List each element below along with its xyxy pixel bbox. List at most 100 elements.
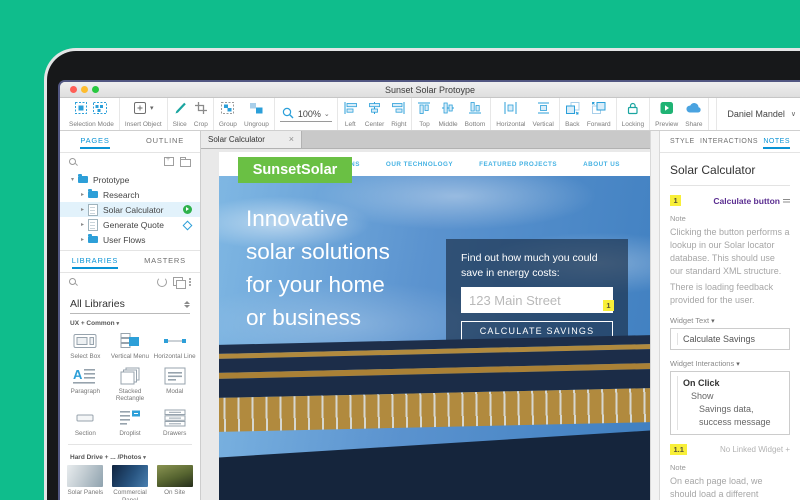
site-logo[interactable]: SunsetSolar (238, 157, 352, 183)
inspector-tabs: STYLE INTERACTIONS NOTES (660, 131, 800, 153)
align-v-group: Top Middle Bottom (412, 98, 491, 130)
widget-section[interactable]: Section (63, 408, 108, 438)
bring-forward-icon (591, 101, 606, 115)
align-bottom-button[interactable]: Bottom (465, 98, 486, 130)
selection-mode-button[interactable]: Selection Mode (69, 98, 114, 130)
chevron-down-icon: ▾ (116, 321, 119, 327)
widget-drawers[interactable]: Drawers (152, 408, 197, 438)
account-menu[interactable]: Daniel Mandel ∨ (716, 98, 796, 130)
zoom-level: 100% (298, 109, 321, 119)
note-menu-icon[interactable] (783, 199, 790, 200)
close-window-icon[interactable] (70, 86, 77, 93)
align-bottom-icon (468, 101, 482, 115)
note-text: Clicking the button performs a lookup in… (670, 226, 790, 278)
photo-solar-panels[interactable]: Solar Panels (63, 465, 108, 500)
ungroup-button[interactable]: Ungroup (244, 98, 269, 130)
group-button[interactable]: Group (219, 98, 237, 130)
distribute-vertical-button[interactable]: Vertical (533, 98, 554, 130)
tab-outline[interactable]: OUTLINE (130, 131, 200, 152)
tab-style[interactable]: STYLE (670, 131, 695, 152)
expand-arrow-icon[interactable]: ▸ (81, 236, 88, 243)
section-photos[interactable]: Hard Drive + ... /Photos ▾ (60, 448, 200, 463)
tab-libraries[interactable]: LIBRARIES (60, 251, 130, 272)
widget-paragraph[interactable]: A Paragraph (63, 366, 108, 403)
widget-interactions-label[interactable]: Widget Interactions ▾ (670, 359, 790, 368)
photo-grid: Solar Panels Commercial Panel On Site (60, 463, 200, 500)
tree-item-generate-quote[interactable]: ▸ Generate Quote (60, 217, 200, 232)
page-icon (88, 219, 98, 231)
expand-arrow-icon[interactable]: ▸ (81, 221, 88, 228)
address-input[interactable] (461, 287, 613, 313)
photo-on-site[interactable]: On Site (152, 465, 197, 500)
preview-button[interactable]: Preview (655, 98, 678, 130)
tab-pages[interactable]: PAGES (60, 131, 130, 152)
refresh-icon[interactable] (157, 277, 167, 287)
widget-modal[interactable]: Modal (152, 366, 197, 403)
search-icon[interactable] (69, 278, 77, 286)
no-linked-widget-link[interactable]: No Linked Widget + (720, 445, 790, 454)
section-icon (72, 408, 98, 428)
widget-stacked-rectangle[interactable]: Stacked Rectangle (108, 366, 153, 403)
crop-button[interactable]: Crop (194, 98, 208, 130)
widget-vertical-menu[interactable]: Vertical Menu (108, 331, 153, 361)
tree-item-solar-calculator[interactable]: ▸ Solar Calculator (60, 202, 200, 217)
libraries-tabs: LIBRARIES MASTERS (60, 250, 200, 273)
notes-page-title: Solar Calculator (670, 160, 790, 186)
expand-arrow-icon[interactable]: ▸ (81, 191, 88, 198)
linked-widget-link[interactable]: Calculate button (713, 196, 790, 206)
tree-item-research[interactable]: ▸ Research (60, 187, 200, 202)
widget-horizontal-line[interactable]: Horizontal Line (152, 331, 197, 361)
align-left-button[interactable]: Left (343, 98, 358, 130)
align-middle-button[interactable]: Middle (438, 98, 457, 130)
maximize-window-icon[interactable] (92, 86, 99, 93)
nav-featured-projects[interactable]: FEATURED PROJECTS (479, 161, 557, 168)
share-button[interactable]: Share (685, 98, 702, 130)
distribute-horizontal-button[interactable]: Horizontal (496, 98, 525, 130)
widget-text-label[interactable]: Widget Text ▾ (670, 316, 790, 325)
photo-commercial-panel[interactable]: Commercial Panel (108, 465, 153, 500)
search-icon[interactable] (69, 158, 77, 166)
manage-libraries-icon[interactable] (173, 277, 183, 286)
expand-arrow-icon[interactable]: ▾ (71, 176, 78, 183)
tab-close-icon[interactable]: × (289, 135, 294, 144)
kebab-menu-icon[interactable] (189, 278, 191, 280)
canvas-area[interactable]: BUSINESS SOLUTIONS OUR TECHNOLOGY FEATUR… (201, 149, 650, 500)
diamond-badge (183, 220, 193, 230)
widget-interactions-box[interactable]: On Click Show Savings data, success mess… (670, 371, 790, 435)
note-label: Note (670, 463, 790, 472)
add-page-icon[interactable] (164, 157, 174, 166)
note-badge[interactable]: 1 (670, 195, 681, 206)
minimize-window-icon[interactable] (81, 86, 88, 93)
slice-button[interactable]: Slice (173, 98, 187, 130)
nav-about-us[interactable]: ABOUT US (583, 161, 620, 168)
note-badge-1[interactable]: 1 (603, 300, 614, 311)
tree-item-prototype[interactable]: ▾ Prototype (60, 172, 200, 187)
widget-select-box[interactable]: Select Box (63, 331, 108, 361)
tree-item-user-flows[interactable]: ▸ User Flows (60, 232, 200, 247)
expand-arrow-icon[interactable]: ▸ (81, 206, 88, 213)
tab-solar-calculator[interactable]: Solar Calculator × (201, 131, 302, 148)
insert-object-button[interactable]: ▾ Insert Object (125, 98, 162, 130)
widget-text-box[interactable]: Calculate Savings (670, 328, 790, 350)
tab-masters[interactable]: MASTERS (130, 251, 200, 272)
zoom-control[interactable]: 100% ⌄ (280, 106, 332, 122)
note-text: On each page load, we should load a diff… (670, 475, 790, 500)
canvas-scrollbar[interactable] (650, 131, 660, 500)
nav-our-technology[interactable]: OUR TECHNOLOGY (386, 161, 453, 168)
section-ux-common[interactable]: UX + Common ▾ (60, 314, 200, 329)
tab-interactions[interactable]: INTERACTIONS (700, 131, 758, 152)
locking-button[interactable]: Locking (622, 98, 644, 130)
bring-forward-button[interactable]: Forward (587, 98, 611, 130)
tab-notes[interactable]: NOTES (763, 131, 790, 152)
divider (68, 444, 192, 445)
align-top-button[interactable]: Top (417, 98, 431, 130)
widget-droplist[interactable]: Droplist (108, 408, 153, 438)
align-center-button[interactable]: Center (365, 98, 385, 130)
share-cloud-icon (685, 101, 702, 115)
horizontal-line-icon (162, 331, 188, 351)
note-badge[interactable]: 1.1 (670, 444, 687, 455)
library-select[interactable]: All Libraries (70, 295, 190, 314)
add-folder-icon[interactable] (180, 159, 191, 167)
align-right-button[interactable]: Right (391, 98, 406, 130)
send-back-button[interactable]: Back (565, 98, 580, 130)
